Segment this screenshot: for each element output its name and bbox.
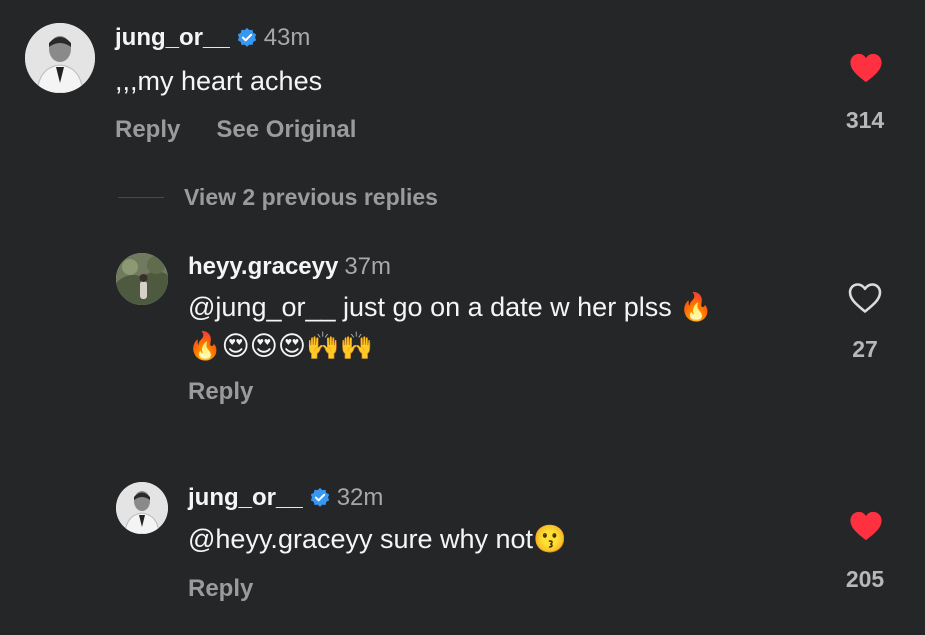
comment-text-line-2: 🔥😍😍😍🙌🙌	[188, 331, 374, 362]
like-button[interactable]	[836, 510, 896, 542]
reply-button[interactable]: Reply	[188, 575, 253, 603]
like-button[interactable]	[835, 281, 895, 315]
verified-badge-icon	[310, 487, 329, 507]
timestamp: 37m	[344, 253, 392, 280]
verified-badge-icon	[237, 27, 256, 47]
heart-filled-icon	[850, 53, 882, 83]
reply-button[interactable]: Reply	[115, 116, 180, 144]
avatar[interactable]	[25, 23, 95, 93]
avatar-photo	[116, 253, 168, 305]
heart-filled-icon	[850, 511, 882, 541]
like-count: 314	[845, 107, 885, 133]
avatar-photo	[25, 23, 95, 93]
comment-text: @heyy.graceyy sure why not😗	[188, 524, 567, 554]
like-count: 27	[852, 336, 878, 362]
comment-actions: Reply	[188, 575, 289, 603]
like-count: 205	[845, 566, 885, 592]
see-original-button[interactable]: See Original	[216, 116, 356, 144]
comment-actions: Reply See Original	[115, 116, 392, 144]
comment-header: jung_or__ 43m	[115, 24, 310, 52]
comment-header: jung_or__ 32m	[188, 484, 383, 512]
heart-outline-icon	[848, 283, 882, 313]
username[interactable]: jung_or__	[115, 24, 230, 52]
comment-text: ,,,my heart aches	[115, 66, 323, 96]
username[interactable]: heyy.graceyy	[188, 253, 338, 281]
avatar[interactable]	[116, 482, 168, 534]
timestamp: 32m	[336, 484, 384, 511]
avatar[interactable]	[116, 253, 168, 305]
comment-actions: Reply	[188, 378, 289, 406]
reply-button[interactable]: Reply	[188, 378, 253, 406]
comment-text-line-1: @jung_or__ just go on a date w her plss …	[188, 292, 713, 322]
like-button[interactable]	[836, 52, 896, 84]
avatar-photo	[116, 482, 168, 534]
username[interactable]: jung_or__	[188, 484, 303, 512]
comment-header: heyy.graceyy 37m	[188, 253, 391, 281]
timestamp: 43m	[263, 24, 311, 51]
replies-divider	[118, 197, 164, 198]
view-previous-replies-button[interactable]: View 2 previous replies	[184, 184, 438, 211]
